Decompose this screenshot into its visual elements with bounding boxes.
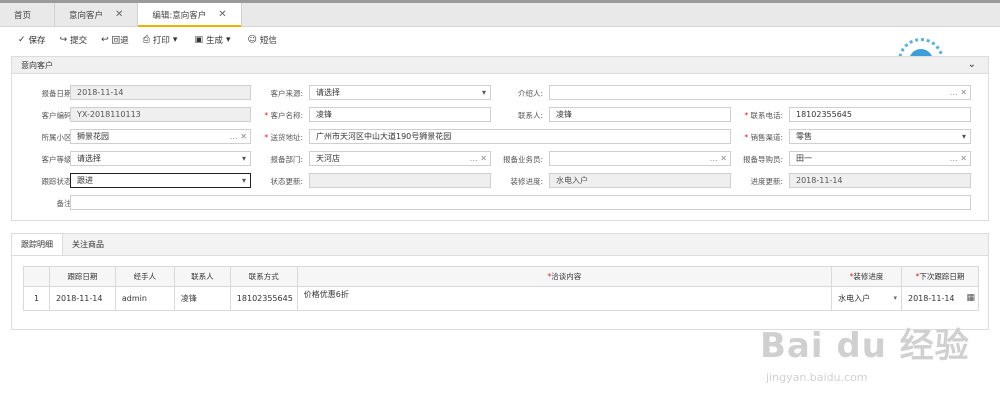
submit-button[interactable]: ↪ 提交 — [60, 34, 88, 46]
progress-update-label: 进度更新: — [750, 177, 783, 186]
column-header-index — [23, 266, 50, 287]
remark-field[interactable] — [70, 195, 971, 210]
sms-button[interactable]: ☺ 短信 — [248, 34, 277, 46]
calendar-icon[interactable]: ▦ — [966, 293, 975, 303]
window-icon: ▣ — [194, 35, 203, 45]
sales-channel-select[interactable]: 零售 — [789, 129, 971, 144]
check-icon: ✓ — [18, 35, 26, 45]
column-header-follow-date: 跟踪日期 — [48, 266, 116, 287]
phone-label: * 联系电话: — [744, 111, 783, 120]
redo-icon: ↪ — [59, 35, 68, 45]
baidu-watermark: Bai du 经验 jingyan.baidu.com — [760, 326, 970, 384]
cell-decor-progress[interactable]: 水电入户 ▾ — [831, 286, 902, 311]
tab-bar: 首页 意向客户 ✕ 编辑:意向客户 ✕ — [0, 0, 1000, 27]
progress-update-field[interactable]: 2018-11-14 — [789, 173, 971, 188]
introducer-field[interactable]: … ✕ — [549, 85, 971, 100]
print-button[interactable]: ⎙ 打印 ▾ — [143, 34, 181, 46]
tab-intent-customer[interactable]: 意向客户 ✕ — [55, 3, 139, 26]
undo-icon: ↩ — [101, 35, 109, 45]
tab-follow-detail[interactable]: 跟踪明细 — [12, 234, 63, 255]
clear-icon[interactable]: … ✕ — [950, 86, 967, 99]
status-update-label: 状态更新: — [270, 177, 303, 186]
rollback-button[interactable]: ↩ 回退 — [101, 34, 129, 46]
customer-code-field[interactable]: YX-2018110113 — [70, 107, 251, 122]
column-header-talk-content: *洽谈内容 — [296, 266, 833, 287]
save-button[interactable]: ✓ 保存 — [18, 34, 46, 46]
toolbar: ✓ 保存 ↪ 提交 ↩ 回退 ⎙ 打印 ▾ ▣ 生成 ▾ ☺ 短信 — [0, 27, 1000, 53]
users-icon: ☺ — [247, 35, 257, 45]
clear-icon[interactable]: … ✕ — [950, 152, 967, 165]
community-label: 所属小区: — [41, 133, 74, 142]
cell-follow-date[interactable]: 2018-11-14 — [48, 286, 116, 311]
sales-channel-label: * 销售渠道: — [744, 133, 783, 142]
panel-header: 意向客户 ⌄ — [12, 57, 988, 74]
decor-progress-label: 装修进度: — [510, 177, 543, 186]
cell-talk-content[interactable]: 价格优惠6折 — [296, 286, 833, 311]
tab-edit-intent-customer[interactable]: 编辑:意向客户 ✕ — [138, 3, 242, 27]
report-dept-field[interactable]: 天河店… ✕ — [309, 151, 491, 166]
column-header-contact: 联系人 — [173, 266, 231, 287]
customer-name-label: * 客户名称: — [264, 111, 303, 120]
table-row[interactable]: 1 2018-11-14 admin 凌锋 18102355645 价格优惠6折… — [23, 286, 979, 311]
contact-label: 联系人: — [517, 111, 543, 120]
customer-level-label: 客户等级: — [41, 155, 74, 164]
follow-detail-table: 跟踪日期 经手人 联系人 联系方式 *洽谈内容 *装修进度 *下次跟踪日期 1 … — [23, 266, 979, 311]
tab-followed-products[interactable]: 关注商品 — [63, 234, 113, 255]
cell-next-follow-date[interactable]: 2018-11-14 ▦ — [901, 286, 979, 311]
cell-contact[interactable]: 凌锋 — [173, 286, 231, 311]
column-header-contact-info: 联系方式 — [229, 266, 298, 287]
tab-home[interactable]: 首页 — [0, 3, 55, 26]
chevron-down-icon[interactable]: ⌄ — [968, 59, 976, 70]
report-guide-label: 报备导购员: — [742, 155, 783, 164]
follow-detail-panel: 跟踪明细 关注商品 跟踪日期 经手人 联系人 联系方式 *洽谈内容 *装修进度 … — [11, 233, 989, 330]
column-header-next-follow-date: *下次跟踪日期 — [901, 266, 979, 287]
caret-down-icon: ▾ — [172, 35, 178, 45]
report-guide-field[interactable]: 田一… ✕ — [789, 151, 971, 166]
customer-code-label: 客户编码: — [41, 111, 74, 120]
column-header-handler: 经手人 — [114, 266, 175, 287]
customer-source-select[interactable]: 请选择 — [309, 85, 491, 100]
intent-customer-panel: 意向客户 ⌄ 报备日期: 2018-11-14 客户来源: 请选择 介绍人: …… — [11, 56, 989, 221]
follow-status-select[interactable]: 跟进 — [70, 173, 251, 188]
report-date-label: 报备日期: — [41, 89, 74, 98]
detail-tabs: 跟踪明细 关注商品 — [12, 234, 988, 256]
contact-field[interactable]: 凌锋 — [549, 107, 731, 122]
close-icon[interactable]: ✕ — [115, 9, 123, 20]
decor-progress-field[interactable]: 水电入户 — [549, 173, 731, 188]
introducer-label: 介绍人: — [517, 89, 543, 98]
report-staff-label: 报备业务员: — [502, 155, 543, 164]
customer-source-label: 客户来源: — [270, 89, 303, 98]
status-update-field[interactable] — [309, 173, 491, 188]
community-field[interactable]: 狮景花园… ✕ — [70, 129, 251, 144]
report-staff-field[interactable]: … ✕ — [549, 151, 731, 166]
cell-contact-info[interactable]: 18102355645 — [229, 286, 298, 311]
report-date-field[interactable]: 2018-11-14 — [70, 85, 251, 100]
customer-level-select[interactable]: 请选择 — [70, 151, 251, 166]
cell-handler[interactable]: admin — [114, 286, 175, 311]
caret-down-icon[interactable]: ▾ — [893, 294, 897, 302]
delivery-address-field[interactable]: 广州市天河区中山大道190号狮景花园 — [309, 129, 731, 144]
customer-name-field[interactable]: 凌锋 — [309, 107, 491, 122]
report-dept-label: 报备部门: — [270, 155, 303, 164]
close-icon[interactable]: ✕ — [218, 9, 226, 20]
generate-button[interactable]: ▣ 生成 ▾ — [194, 34, 233, 46]
printer-icon: ⎙ — [142, 35, 150, 45]
follow-status-label: 跟踪状态: — [41, 177, 74, 186]
remark-label: 备注: — [56, 199, 74, 208]
delivery-address-label: * 送货地址: — [264, 133, 303, 142]
phone-field[interactable]: 18102355645 — [789, 107, 971, 122]
cell-index: 1 — [23, 286, 50, 311]
caret-down-icon: ▾ — [225, 35, 231, 45]
column-header-decor-progress: *装修进度 — [831, 266, 902, 287]
